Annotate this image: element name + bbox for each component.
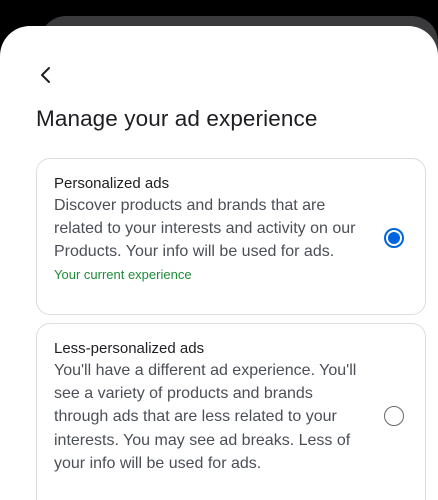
chevron-left-icon [41,67,50,83]
personalized-ads-option[interactable]: Personalized ads Discover products and b… [36,158,426,315]
less-personalized-ads-radio[interactable] [384,406,404,426]
option-title: Personalized ads [54,175,170,192]
option-title: Less-personalized ads [54,340,205,357]
current-experience-label: Your current experience [54,266,192,282]
option-text: Personalized ads Discover products and b… [54,173,366,285]
option-description: You'll have a different ad experience. Y… [54,362,357,472]
manage-ad-experience-sheet: Manage your ad experience Personalized a… [0,26,438,500]
less-personalized-ads-option[interactable]: Less-personalized ads You'll have a diff… [36,323,426,500]
radio-selected-dot [388,232,400,244]
option-description: Discover products and brands that are re… [54,197,356,261]
personalized-ads-radio[interactable] [384,228,404,248]
page-title: Manage your ad experience [36,106,318,131]
option-text: Less-personalized ads You'll have a diff… [54,338,366,475]
back-button[interactable] [36,64,58,86]
